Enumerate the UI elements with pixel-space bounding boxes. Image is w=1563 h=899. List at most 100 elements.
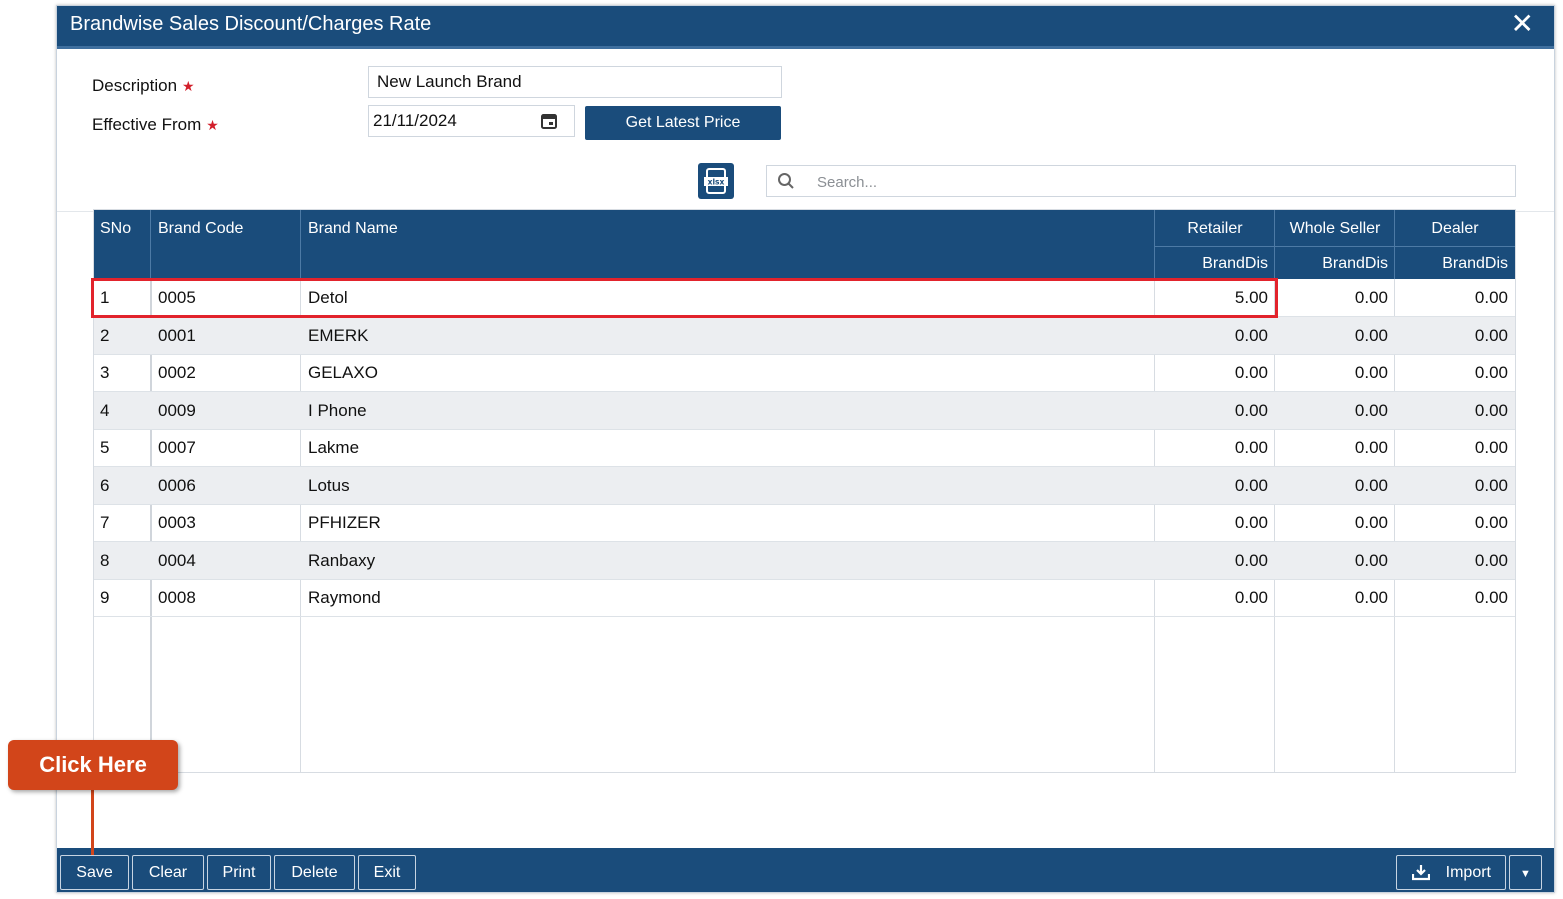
title-bar: Brandwise Sales Discount/Charges Rate ✕	[57, 6, 1554, 49]
delete-button[interactable]: Delete	[274, 855, 355, 890]
cell-brand-name: I Phone	[308, 400, 367, 420]
header-dealer-branddis: BrandDis	[1442, 255, 1508, 272]
download-icon	[1412, 865, 1430, 881]
cell-sno: 5	[100, 438, 110, 457]
table-row[interactable]: 4 0009 I Phone 0.00 0.00 0.00	[94, 391, 1515, 430]
cell-sno: 8	[100, 550, 110, 570]
cell-dealer-branddis[interactable]: 0.00	[1395, 542, 1508, 579]
cell-whole-seller-branddis[interactable]: 0.00	[1275, 392, 1388, 429]
cell-dealer-branddis[interactable]: 0.00	[1395, 392, 1508, 429]
cell-whole-seller-branddis[interactable]: 0.00	[1275, 317, 1388, 354]
cell-brand-code: 0007	[158, 438, 196, 457]
cell-whole-seller-branddis[interactable]: 0.00	[1275, 542, 1388, 579]
import-button[interactable]: Import	[1396, 855, 1506, 890]
cell-dealer-branddis[interactable]: 0.00	[1395, 467, 1508, 504]
cell-retailer-branddis[interactable]: 0.00	[1155, 354, 1268, 391]
cell-retailer-branddis[interactable]: 0.00	[1155, 317, 1268, 354]
description-input[interactable]: New Launch Brand	[368, 66, 782, 98]
cell-brand-code: 0001	[158, 325, 196, 345]
cell-sno: 6	[100, 475, 110, 495]
cell-retailer-branddis[interactable]: 0.00	[1155, 429, 1268, 466]
cell-sno: 7	[100, 513, 110, 532]
table-row[interactable]: 8 0004 Ranbaxy 0.00 0.00 0.00	[94, 541, 1515, 580]
cell-whole-seller-branddis[interactable]: 0.00	[1275, 279, 1388, 316]
svg-text:xlsx: xlsx	[708, 178, 725, 187]
cell-whole-seller-branddis[interactable]: 0.00	[1275, 429, 1388, 466]
cell-sno: 9	[100, 588, 110, 607]
cell-dealer-branddis[interactable]: 0.00	[1395, 279, 1508, 316]
cell-brand-code: 0002	[158, 363, 196, 382]
cell-whole-seller-branddis[interactable]: 0.00	[1275, 504, 1388, 541]
callout-pointer	[91, 790, 94, 855]
required-mark: ★	[182, 78, 195, 94]
dialog-title: Brandwise Sales Discount/Charges Rate	[70, 13, 432, 35]
cell-retailer-branddis[interactable]: 0.00	[1155, 392, 1268, 429]
import-label: Import	[1445, 863, 1491, 881]
cell-brand-name: GELAXO	[308, 363, 378, 382]
import-dropdown-button[interactable]: ▼	[1509, 855, 1542, 890]
cell-brand-name: EMERK	[308, 325, 369, 345]
cell-brand-code: 0004	[158, 550, 196, 570]
header-whole-seller: Whole Seller	[1289, 220, 1381, 237]
header-retailer-branddis: BrandDis	[1202, 255, 1268, 272]
grid-header: SNo Brand Code Brand Name Retailer Whole…	[94, 210, 1515, 279]
cell-retailer-branddis[interactable]: 0.00	[1155, 579, 1268, 616]
header-dealer: Dealer	[1431, 220, 1479, 237]
cell-retailer-branddis[interactable]: 0.00	[1155, 467, 1268, 504]
xlsx-export-icon[interactable]: xlsx	[698, 163, 734, 199]
calendar-icon[interactable]	[541, 113, 557, 129]
header-sno: SNo	[100, 220, 132, 237]
cell-brand-name: Lakme	[308, 438, 360, 457]
cell-whole-seller-branddis[interactable]: 0.00	[1275, 579, 1388, 616]
close-icon[interactable]: ✕	[1511, 9, 1534, 39]
header-whole-seller-branddis: BrandDis	[1322, 255, 1388, 272]
print-button[interactable]: Print	[207, 855, 271, 890]
cell-brand-code: 0008	[158, 588, 196, 607]
cell-retailer-branddis[interactable]: 0.00	[1155, 542, 1268, 579]
cell-whole-seller-branddis[interactable]: 0.00	[1275, 467, 1388, 504]
cell-dealer-branddis[interactable]: 0.00	[1395, 354, 1508, 391]
cell-brand-name: Lotus	[308, 475, 350, 495]
cell-sno: 2	[100, 325, 110, 345]
effective-from-date-input[interactable]: 21/11/2024	[368, 105, 575, 137]
cell-sno: 3	[100, 363, 110, 382]
table-row[interactable]: 6 0006 Lotus 0.00 0.00 0.00	[94, 466, 1515, 505]
table-row[interactable]: 5 0007 Lakme 0.00 0.00 0.00	[94, 429, 1515, 467]
cell-sno: 4	[100, 400, 110, 420]
required-mark: ★	[206, 117, 219, 133]
header-brand-name: Brand Name	[308, 220, 398, 237]
cell-brand-name: Raymond	[308, 588, 381, 607]
cell-dealer-branddis[interactable]: 0.00	[1395, 429, 1508, 466]
header-brand-code: Brand Code	[158, 220, 244, 237]
cell-brand-name: Ranbaxy	[308, 550, 376, 570]
cell-brand-code: 0003	[158, 513, 196, 532]
get-latest-price-button[interactable]: Get Latest Price	[585, 106, 781, 140]
cell-whole-seller-branddis[interactable]: 0.00	[1275, 354, 1388, 391]
header-retailer: Retailer	[1187, 220, 1243, 237]
table-row[interactable]: 3 0002 GELAXO 0.00 0.00 0.00	[94, 354, 1515, 392]
clear-button[interactable]: Clear	[132, 855, 204, 890]
search-icon	[778, 173, 794, 189]
exit-button[interactable]: Exit	[358, 855, 416, 890]
effective-from-label: Effective From ★	[92, 115, 219, 134]
description-label: Description ★	[92, 76, 195, 95]
footer-toolbar: Save Clear Print Delete Exit Import ▼	[57, 848, 1554, 892]
chevron-down-icon: ▼	[1520, 867, 1531, 880]
cell-retailer-branddis[interactable]: 0.00	[1155, 504, 1268, 541]
table-row[interactable]: 7 0003 PFHIZER 0.00 0.00 0.00	[94, 504, 1515, 542]
cell-dealer-branddis[interactable]: 0.00	[1395, 579, 1508, 616]
table-row[interactable]: 9 0008 Raymond 0.00 0.00 0.00	[94, 579, 1515, 617]
save-button[interactable]: Save	[60, 855, 129, 890]
cell-brand-code: 0006	[158, 475, 196, 495]
cell-dealer-branddis[interactable]: 0.00	[1395, 317, 1508, 354]
search-box[interactable]: Search...	[766, 165, 1516, 197]
cell-dealer-branddis[interactable]: 0.00	[1395, 504, 1508, 541]
cell-brand-code: 0009	[158, 400, 196, 420]
highlight-box	[91, 278, 1278, 318]
click-here-callout: Click Here	[8, 740, 178, 790]
dialog: Brandwise Sales Discount/Charges Rate ✕ …	[56, 5, 1555, 893]
search-input[interactable]: Search...	[817, 166, 877, 200]
cell-brand-name: PFHIZER	[308, 513, 381, 532]
table-row[interactable]: 2 0001 EMERK 0.00 0.00 0.00	[94, 316, 1515, 355]
date-value: 21/11/2024	[373, 111, 457, 130]
